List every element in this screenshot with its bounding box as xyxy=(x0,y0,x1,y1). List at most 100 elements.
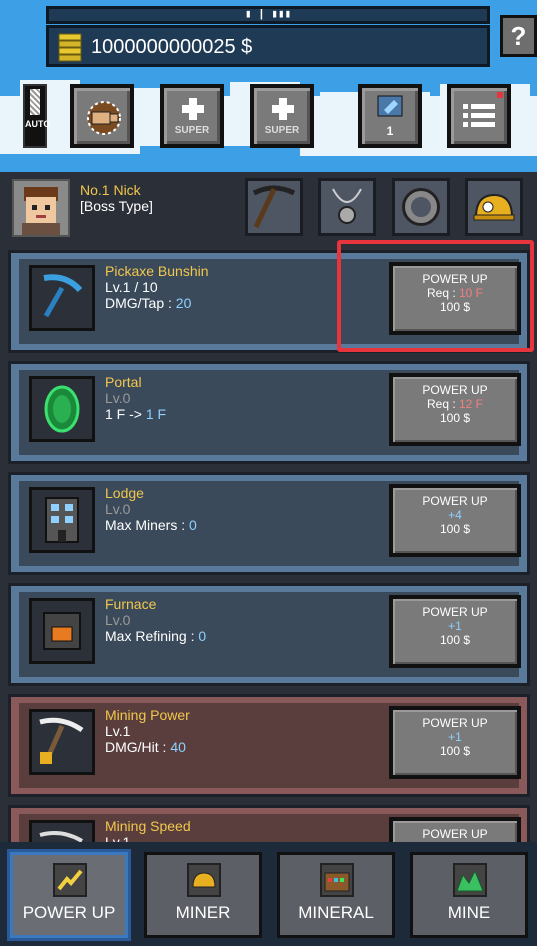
upgrade-stat: Max Miners : 0 xyxy=(105,517,197,533)
upgrade-name: Mining Speed xyxy=(105,818,191,834)
bottom-nav: POWER UP MINER MINERAL MINE xyxy=(0,842,537,946)
auto-track xyxy=(30,89,40,115)
upgrade-stat: DMG/Hit : 40 xyxy=(105,739,186,755)
super-button-2[interactable]: SUPER xyxy=(250,84,314,148)
super-label: SUPER xyxy=(264,125,300,136)
upgrade-stat: 1 F -> 1 F xyxy=(105,406,166,422)
stat-label: DMG/Tap : xyxy=(105,295,176,311)
power-up-label: POWER UP xyxy=(422,716,488,730)
stat-label: DMG/Hit : xyxy=(105,739,171,755)
upgrade-name: Lodge xyxy=(105,485,144,501)
upgrade-name: Furnace xyxy=(105,596,157,612)
equip-slot-ring[interactable] xyxy=(392,178,450,236)
fist-icon xyxy=(87,101,121,135)
plus-icon xyxy=(272,98,294,120)
super-button-1[interactable]: SUPER xyxy=(160,84,224,148)
profile-row: No.1 Nick [Boss Type] xyxy=(0,172,537,242)
stat-value: 0 xyxy=(189,517,197,533)
avatar[interactable] xyxy=(12,179,70,237)
super-label: SUPER xyxy=(174,125,210,136)
power-up-button[interactable]: POWER UP +4 100 $ xyxy=(389,484,521,557)
upgrade-name: Portal xyxy=(105,374,142,390)
menu-button[interactable] xyxy=(447,84,511,148)
ring-icon xyxy=(402,188,440,226)
power-up-label: POWER UP xyxy=(422,494,488,508)
mining-power-icon xyxy=(39,717,84,764)
upgrade-icon-frame xyxy=(29,820,95,842)
mine-icon xyxy=(453,863,487,897)
increment-text: +1 xyxy=(448,730,462,744)
power-up-label: POWER UP xyxy=(422,827,488,841)
stat-value: 0 xyxy=(198,628,207,644)
miner-helmet-icon xyxy=(187,863,221,897)
equip-slot-necklace[interactable] xyxy=(318,178,376,236)
nav-label: MINERAL xyxy=(298,903,374,922)
upgrade-name: Pickaxe Bunshin xyxy=(105,263,209,279)
stat-label: Max Refining : xyxy=(105,628,199,644)
nav-miner[interactable]: MINER xyxy=(144,852,262,938)
req-value: 12 F xyxy=(459,397,484,411)
coin-stack-icon xyxy=(58,33,82,62)
help-button[interactable]: ? xyxy=(500,15,537,57)
pickaxe-icon xyxy=(252,185,296,229)
nav-power-up[interactable]: POWER UP xyxy=(10,852,128,938)
cost-text: 100 $ xyxy=(439,633,471,647)
upgrade-icon-frame xyxy=(29,265,95,331)
equip-slot-helmet[interactable] xyxy=(465,178,523,236)
upgrade-icon-frame xyxy=(29,598,95,664)
profile-type: [Boss Type] xyxy=(80,198,153,214)
upgrade-icon-frame xyxy=(29,709,95,775)
upgrade-stat: Max Refining : 0 xyxy=(105,628,206,644)
power-up-button[interactable]: POWER UP +1 100 $ xyxy=(389,595,521,668)
pickaxe-bunshin-icon xyxy=(43,274,83,318)
equip-slot-pickaxe[interactable] xyxy=(245,178,303,236)
cost-text: 100 $ xyxy=(439,744,471,758)
floor-progress-bar: ▮ | ▮▮▮ xyxy=(46,6,490,24)
auto-toggle[interactable]: AUTO xyxy=(23,84,51,148)
stat-label: 1 F -> xyxy=(105,406,146,422)
miner-face-icon xyxy=(22,187,60,235)
lodge-icon xyxy=(45,497,79,543)
list-icon xyxy=(463,104,495,127)
increment-text: +4 xyxy=(448,508,462,522)
req-label: Req : xyxy=(426,397,459,411)
helmet-icon xyxy=(473,193,515,221)
power-up-button[interactable]: POWER UP Req : 12 F 100 $ xyxy=(389,373,521,446)
power-up-icon xyxy=(53,863,87,897)
stat-value: 40 xyxy=(170,739,186,755)
floor-progress-text: ▮ | ▮▮▮ xyxy=(244,9,292,21)
power-up-button[interactable]: POWER UP +1 100 $ xyxy=(389,706,521,779)
cost-text: 100 $ xyxy=(439,522,471,536)
upgrade-level: Lv.0 xyxy=(105,501,131,517)
upgrade-card-portal: Portal Lv.0 1 F -> 1 F POWER UP Req : 12… xyxy=(8,361,530,464)
upgrade-level: Lv.1 xyxy=(105,723,131,739)
upgrade-card-mining-power: Mining Power Lv.1 DMG/Hit : 40 POWER UP … xyxy=(8,694,530,797)
increment-text: +1 xyxy=(448,619,462,633)
punch-boost-button[interactable] xyxy=(70,84,134,148)
power-up-button[interactable]: POWER UP xyxy=(389,817,521,842)
stat-value: 20 xyxy=(175,295,192,311)
stat-label: Max Miners : xyxy=(105,517,190,533)
requirement-text: Req : 12 F xyxy=(393,397,517,411)
highlight-box xyxy=(337,240,534,352)
auto-label: AUTO xyxy=(25,119,51,129)
upgrade-card-furnace: Furnace Lv.0 Max Refining : 0 POWER UP +… xyxy=(8,583,530,686)
mining-speed-icon xyxy=(39,831,84,842)
nav-mineral[interactable]: MINERAL xyxy=(277,852,395,938)
upgrade-level: Lv.1 xyxy=(105,834,131,842)
money-amount: 1000000000025 $ xyxy=(91,36,253,58)
nav-label: MINER xyxy=(175,903,231,922)
upgrade-icon-frame xyxy=(29,487,95,553)
gem-icon xyxy=(377,95,403,117)
nav-mine[interactable]: MINE xyxy=(410,852,528,938)
power-up-label: POWER UP xyxy=(422,605,488,619)
upgrade-card-mining-speed: Mining Speed Lv.1 POWER UP xyxy=(8,805,530,842)
upgrade-card-lodge: Lodge Lv.0 Max Miners : 0 POWER UP +4 10… xyxy=(8,472,530,575)
nav-label: MINE xyxy=(447,903,491,922)
upgrade-level: Lv.0 xyxy=(105,390,131,406)
gem-button[interactable]: 1 xyxy=(358,84,422,148)
plus-icon xyxy=(182,98,204,120)
upgrade-name: Mining Power xyxy=(105,707,190,723)
cost-text: 100 $ xyxy=(439,411,471,425)
upgrade-icon-frame xyxy=(29,376,95,442)
